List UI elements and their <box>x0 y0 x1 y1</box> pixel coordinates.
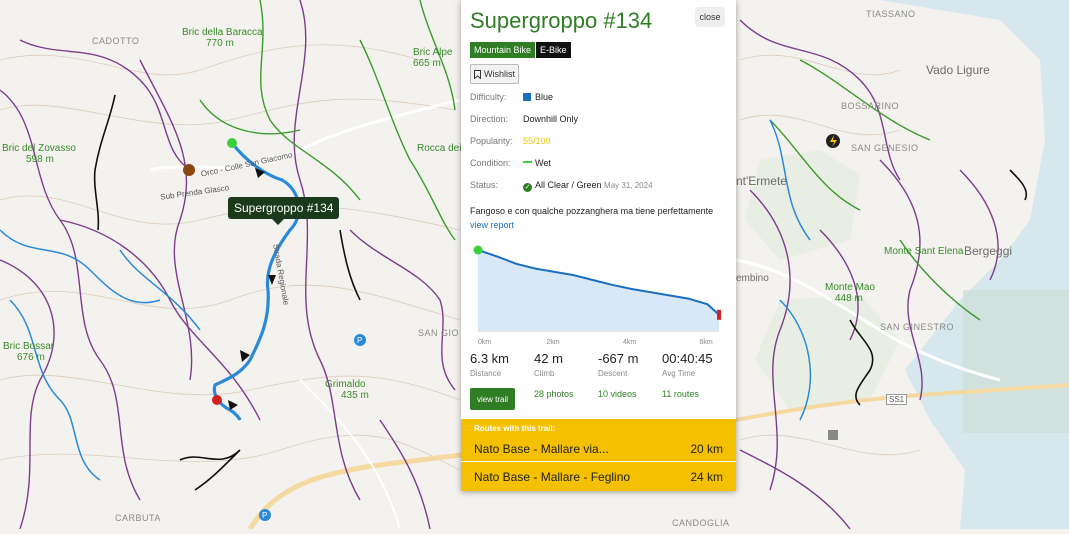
avg-time-value: 00:40:45 <box>662 351 713 366</box>
x-tick-label: 4km <box>623 339 636 346</box>
city-label: Vado Ligure <box>926 63 990 77</box>
trail-start-marker[interactable] <box>227 138 237 148</box>
status-label: Status: <box>470 180 499 190</box>
city-label: nt'Ermete <box>736 174 787 188</box>
routes-link[interactable]: 11 routes <box>662 389 699 399</box>
photos-link[interactable]: 28 photos <box>534 389 574 399</box>
blue-difficulty-icon <box>523 93 531 101</box>
island-area <box>963 290 1069 433</box>
elevation-end-marker <box>717 309 721 320</box>
popularity-label: Popularity: <box>470 136 513 146</box>
route-item-name[interactable]: Nato Base - Mallare - Feglino <box>474 470 630 484</box>
routes-section: Routes with this trail: Nato Base - Mall… <box>461 419 736 491</box>
city-label: embino <box>736 273 769 284</box>
peak-label: Monte Sant Elena <box>884 246 964 257</box>
route-item-distance: 24 km <box>690 470 723 484</box>
route-divider <box>461 461 736 462</box>
town-label: TIASSANO <box>866 9 916 19</box>
wishlist-button[interactable]: Wishlist <box>470 64 519 84</box>
svg-text:P: P <box>262 511 267 520</box>
distance-label: Distance <box>470 369 502 378</box>
bookmark-icon <box>474 69 481 79</box>
routes-header: Routes with this trail: <box>474 424 556 433</box>
tag-mountain-bike: Mountain Bike <box>470 42 536 58</box>
condition-label: Condition: <box>470 158 511 168</box>
town-label: CANDOGLIA <box>672 518 730 528</box>
climb-label: Climb <box>534 369 555 378</box>
x-tick-label: 0km <box>478 339 491 346</box>
poi-icon <box>828 430 838 440</box>
peak-label: Bric del Zovasso 598 m <box>2 143 76 165</box>
check-circle-icon: ✓ <box>523 183 532 192</box>
peak-label: Monte Mao 448 m <box>825 282 876 304</box>
descent-value: -667 m <box>598 351 639 366</box>
elevation-start-marker <box>473 245 483 255</box>
route-item-distance: 20 km <box>690 442 723 456</box>
distance-value: 6.3 km <box>470 351 510 366</box>
condition-indicator-icon <box>523 161 532 163</box>
trail-tooltip[interactable]: Supergroppo #134 <box>228 197 340 225</box>
peak-label: Bric Alpe 665 m <box>413 47 453 69</box>
town-label: CADOTTO <box>92 36 140 46</box>
direction-value: Downhill Only <box>523 114 579 124</box>
climb-value: 42 m <box>534 351 563 366</box>
direction-label: Direction: <box>470 114 509 124</box>
videos-link[interactable]: 10 videos <box>598 389 637 399</box>
route-item-name[interactable]: Nato Base - Mallare via... <box>474 442 609 456</box>
peak-label: Bric della Baracca 770 m <box>182 27 263 49</box>
avg-time-label: Avg Time <box>662 369 696 378</box>
elevation-chart[interactable]: 0km 2km 4km 6km <box>470 236 727 351</box>
trail-detail-panel: Supergroppo #134 close Mountain Bike E-B… <box>461 0 736 491</box>
town-label: CARBUTA <box>115 513 161 523</box>
town-label: BOSSARINO <box>841 101 900 111</box>
peak-label: Rocca dei <box>417 143 462 154</box>
peak-label: Grimaldo 435 m <box>325 379 369 401</box>
tag-e-bike: E-Bike <box>536 42 571 58</box>
road-shield: SS1 <box>886 394 908 405</box>
town-label: SAN GIO <box>418 328 460 338</box>
town-label: SAN GINESTRO <box>880 322 955 332</box>
view-trail-button[interactable]: view trail <box>470 388 515 410</box>
popularity-value: 55/100 <box>523 136 551 146</box>
condition-value: Wet <box>523 158 551 168</box>
x-tick-label: 6km <box>700 339 713 346</box>
wishlist-label: Wishlist <box>484 69 515 79</box>
x-tick-label: 2km <box>547 339 560 346</box>
close-button[interactable]: close <box>695 7 725 27</box>
town-label: SAN GENESIO <box>851 143 919 153</box>
trail-end-marker[interactable] <box>212 395 222 405</box>
trail-title: Supergroppo #134 <box>470 8 653 33</box>
view-report-link[interactable]: view report <box>470 220 514 230</box>
descent-label: Descent <box>598 369 628 378</box>
difficulty-label: Difficulty: <box>470 92 507 102</box>
difficulty-value: Blue <box>523 92 553 102</box>
svg-text:P: P <box>357 336 362 345</box>
city-label: Bergeggi <box>964 244 1013 258</box>
picnic-icon[interactable] <box>183 164 195 176</box>
trail-report-text: Fangoso e con qualche pozzanghera ma tie… <box>470 206 714 216</box>
peak-label: Bric Bossar 676 m <box>3 341 55 363</box>
status-value: ✓ All Clear / Green May 31, 2024 <box>523 180 653 192</box>
